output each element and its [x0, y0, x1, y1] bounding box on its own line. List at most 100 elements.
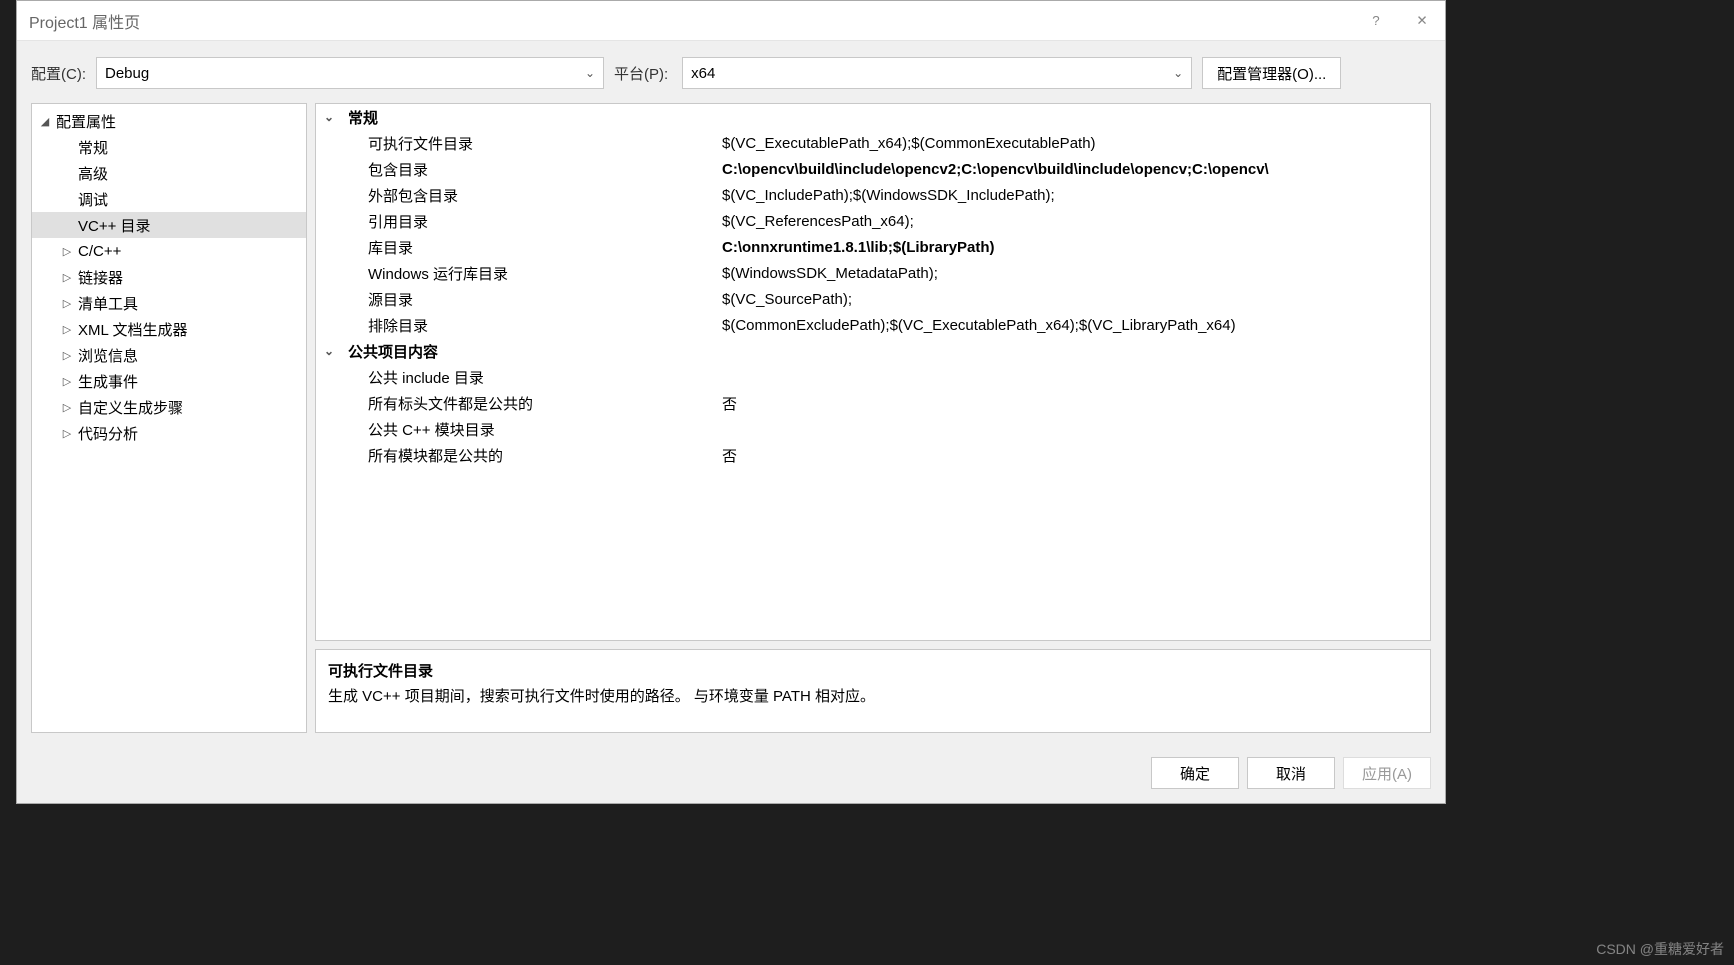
tree-item[interactable]: 常规 — [32, 134, 306, 160]
property-section-header[interactable]: ⌄公共项目内容 — [316, 338, 1430, 364]
expander-right-icon: ▷ — [60, 271, 74, 284]
tree-item-label: 浏览信息 — [78, 345, 138, 366]
apply-button[interactable]: 应用(A) — [1343, 757, 1431, 789]
tree-item[interactable]: ▷ 自定义生成步骤 — [32, 394, 306, 420]
description-text: 生成 VC++ 项目期间，搜索可执行文件时使用的路径。 与环境变量 PATH 相… — [328, 685, 1418, 706]
config-label: 配置(C): — [31, 63, 86, 84]
property-section-header[interactable]: ⌄常规 — [316, 104, 1430, 130]
property-value[interactable]: $(CommonExcludePath);$(VC_ExecutablePath… — [718, 317, 1430, 334]
platform-label: 平台(P): — [614, 63, 668, 84]
ok-button[interactable]: 确定 — [1151, 757, 1239, 789]
tree-item[interactable]: ▷ C/C++ — [32, 238, 306, 264]
tree-item-label: 高级 — [78, 163, 108, 184]
property-row[interactable]: 公共 C++ 模块目录 — [316, 416, 1430, 442]
expander-down-icon: ◢ — [38, 115, 52, 128]
property-name: 所有模块都是公共的 — [342, 445, 718, 466]
config-value: Debug — [105, 65, 149, 82]
chevron-down-icon: ⌄ — [316, 110, 342, 124]
platform-select[interactable]: x64 ⌄ — [682, 57, 1192, 89]
property-name: 引用目录 — [342, 211, 718, 232]
property-name: 排除目录 — [342, 315, 718, 336]
help-button[interactable]: ? — [1353, 1, 1399, 41]
property-row[interactable]: 源目录$(VC_SourcePath); — [316, 286, 1430, 312]
property-value[interactable]: C:\opencv\build\include\opencv2;C:\openc… — [718, 161, 1430, 178]
property-value[interactable]: 否 — [718, 393, 1430, 414]
tree-item[interactable]: VC++ 目录 — [32, 212, 306, 238]
property-name: 包含目录 — [342, 159, 718, 180]
config-manager-button[interactable]: 配置管理器(O)... — [1202, 57, 1341, 89]
dialog-footer: 确定 取消 应用(A) — [17, 747, 1445, 803]
property-row[interactable]: 所有标头文件都是公共的否 — [316, 390, 1430, 416]
watermark: CSDN @重糖爱好者 — [1596, 939, 1724, 959]
tree-item[interactable]: 调试 — [32, 186, 306, 212]
cancel-button[interactable]: 取消 — [1247, 757, 1335, 789]
tree-root-label: 配置属性 — [56, 111, 116, 132]
tree-item-label: 链接器 — [78, 267, 123, 288]
property-name: 可执行文件目录 — [342, 133, 718, 154]
property-value[interactable]: $(WindowsSDK_MetadataPath); — [718, 265, 1430, 282]
property-row[interactable]: 库目录C:\onnxruntime1.8.1\lib;$(LibraryPath… — [316, 234, 1430, 260]
tree-item-label: 代码分析 — [78, 423, 138, 444]
property-name: 库目录 — [342, 237, 718, 258]
tree-item-label: 清单工具 — [78, 293, 138, 314]
chevron-down-icon: ⌄ — [585, 66, 595, 80]
property-grid[interactable]: ⌄常规可执行文件目录$(VC_ExecutablePath_x64);$(Com… — [315, 103, 1431, 641]
expander-right-icon: ▷ — [60, 297, 74, 310]
expander-right-icon: ▷ — [60, 375, 74, 388]
property-row[interactable]: 引用目录$(VC_ReferencesPath_x64); — [316, 208, 1430, 234]
tree-item-label: 常规 — [78, 137, 108, 158]
property-row[interactable]: 排除目录$(CommonExcludePath);$(VC_Executable… — [316, 312, 1430, 338]
expander-right-icon: ▷ — [60, 349, 74, 362]
property-row[interactable]: 包含目录C:\opencv\build\include\opencv2;C:\o… — [316, 156, 1430, 182]
property-row[interactable]: 外部包含目录$(VC_IncludePath);$(WindowsSDK_Inc… — [316, 182, 1430, 208]
window-title: Project1 属性页 — [29, 9, 140, 33]
property-pages-dialog: Project1 属性页 ? ✕ 配置(C): Debug ⌄ 平台(P): x… — [16, 0, 1446, 804]
property-name: 源目录 — [342, 289, 718, 310]
category-tree[interactable]: ◢ 配置属性 常规高级调试 VC++ 目录 ▷ C/C++ ▷ 链接器 ▷ 清单工具 ▷ XML … — [31, 103, 307, 733]
tree-item[interactable]: 高级 — [32, 160, 306, 186]
close-icon: ✕ — [1416, 13, 1427, 29]
tree-item-label: 调试 — [78, 189, 108, 210]
property-name: 公共 C++ 模块目录 — [342, 419, 718, 440]
tree-item[interactable]: ▷ 浏览信息 — [32, 342, 306, 368]
property-row[interactable]: Windows 运行库目录$(WindowsSDK_MetadataPath); — [316, 260, 1430, 286]
tree-item[interactable]: ▷ 生成事件 — [32, 368, 306, 394]
chevron-down-icon: ⌄ — [1173, 66, 1183, 80]
property-value[interactable]: $(VC_SourcePath); — [718, 291, 1430, 308]
config-select[interactable]: Debug ⌄ — [96, 57, 604, 89]
tree-item-label: 自定义生成步骤 — [78, 397, 183, 418]
expander-right-icon: ▷ — [60, 323, 74, 336]
tree-item-label: VC++ 目录 — [78, 215, 151, 236]
expander-right-icon: ▷ — [60, 401, 74, 414]
property-value[interactable]: $(VC_IncludePath);$(WindowsSDK_IncludePa… — [718, 187, 1430, 204]
property-row[interactable]: 所有模块都是公共的否 — [316, 442, 1430, 468]
tree-item-label: 生成事件 — [78, 371, 138, 392]
tree-item[interactable]: ▷ 链接器 — [32, 264, 306, 290]
tree-item[interactable]: ▷ 清单工具 — [32, 290, 306, 316]
property-row[interactable]: 可执行文件目录$(VC_ExecutablePath_x64);$(Common… — [316, 130, 1430, 156]
title-bar: Project1 属性页 ? ✕ — [17, 1, 1445, 41]
property-value[interactable]: $(VC_ExecutablePath_x64);$(CommonExecuta… — [718, 135, 1430, 152]
property-value[interactable]: C:\onnxruntime1.8.1\lib;$(LibraryPath) — [718, 239, 1430, 256]
tree-item[interactable]: ▷ 代码分析 — [32, 420, 306, 446]
property-value[interactable]: 否 — [718, 445, 1430, 466]
tree-item-label: C/C++ — [78, 243, 121, 260]
section-title: 公共项目内容 — [342, 341, 718, 362]
toolbar-row: 配置(C): Debug ⌄ 平台(P): x64 ⌄ 配置管理器(O)... — [17, 41, 1445, 103]
expander-right-icon: ▷ — [60, 245, 74, 258]
property-name: 所有标头文件都是公共的 — [342, 393, 718, 414]
close-button[interactable]: ✕ — [1399, 1, 1445, 41]
description-panel: 可执行文件目录 生成 VC++ 项目期间，搜索可执行文件时使用的路径。 与环境变… — [315, 649, 1431, 733]
property-name: 外部包含目录 — [342, 185, 718, 206]
help-icon: ? — [1372, 13, 1379, 28]
property-row[interactable]: 公共 include 目录 — [316, 364, 1430, 390]
tree-item-label: XML 文档生成器 — [78, 319, 187, 340]
expander-right-icon: ▷ — [60, 427, 74, 440]
property-name: Windows 运行库目录 — [342, 263, 718, 284]
tree-item[interactable]: ▷ XML 文档生成器 — [32, 316, 306, 342]
property-value[interactable]: $(VC_ReferencesPath_x64); — [718, 213, 1430, 230]
tree-root[interactable]: ◢ 配置属性 — [32, 108, 306, 134]
chevron-down-icon: ⌄ — [316, 344, 342, 358]
description-title: 可执行文件目录 — [328, 660, 1418, 681]
section-title: 常规 — [342, 107, 718, 128]
